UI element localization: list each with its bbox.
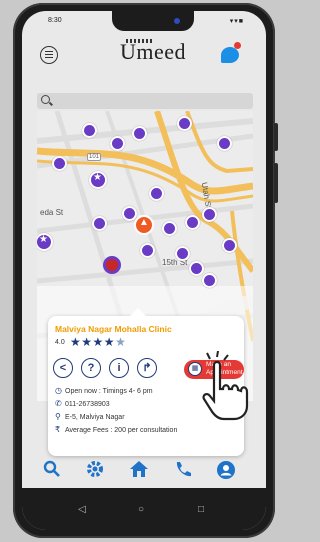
nav-phone-icon[interactable] bbox=[172, 460, 194, 482]
clock-icon: ◷ bbox=[55, 386, 62, 395]
clinic-pin[interactable] bbox=[217, 136, 232, 151]
app-logo: Umeed bbox=[120, 39, 187, 64]
star-icon: ★ bbox=[70, 335, 82, 349]
clinic-pin[interactable] bbox=[162, 221, 177, 236]
fees-row: ₹ Average Fees : 200 per consultation bbox=[55, 425, 177, 434]
camera-dot bbox=[174, 18, 180, 24]
clinic-hours: Open now : Timings 4- 6 pm bbox=[65, 388, 153, 395]
clinic-pin[interactable] bbox=[175, 246, 190, 261]
nav-profile-icon[interactable] bbox=[215, 460, 237, 482]
selected-clinic-pin[interactable] bbox=[103, 256, 121, 274]
nav-home-icon[interactable] bbox=[128, 460, 150, 482]
bottom-nav bbox=[22, 456, 266, 486]
system-nav-bar: ◁ ○ □ bbox=[22, 488, 266, 530]
rupee-icon: ₹ bbox=[55, 425, 61, 434]
clinic-pin[interactable] bbox=[149, 186, 164, 201]
current-location-icon bbox=[134, 215, 154, 235]
hours-row: ◷ Open now : Timings 4- 6 pm bbox=[55, 386, 153, 395]
card-pointer bbox=[130, 308, 146, 316]
star-empty-icon: ★ bbox=[115, 335, 127, 349]
phone-frame: 8:30 ▾▾■ Umeed eda St 15th St Utah St 10… bbox=[13, 3, 278, 538]
featured-clinic-pin[interactable] bbox=[89, 171, 107, 189]
map-street-label: eda St bbox=[40, 208, 64, 217]
clinic-pin[interactable] bbox=[222, 238, 237, 253]
clinic-pin[interactable] bbox=[202, 273, 217, 288]
clinic-pin[interactable] bbox=[110, 136, 125, 151]
clinic-address: E-5, Malviya Nagar bbox=[65, 414, 125, 421]
app-screen: 8:30 ▾▾■ Umeed eda St 15th St Utah St 10… bbox=[22, 11, 266, 530]
directions-icon[interactable]: ↱ bbox=[137, 358, 157, 378]
phone-icon: ✆ bbox=[55, 399, 62, 408]
nav-search-icon[interactable] bbox=[41, 460, 63, 482]
clinic-pin[interactable] bbox=[189, 261, 204, 276]
status-time: 8:30 bbox=[48, 17, 62, 24]
highway-shield: 101 bbox=[87, 153, 102, 161]
share-icon[interactable]: < bbox=[53, 358, 73, 378]
clinic-fees: Average Fees : 200 per consultation bbox=[65, 427, 178, 434]
clinic-pin[interactable] bbox=[177, 116, 192, 131]
back-icon[interactable]: ◁ bbox=[78, 504, 86, 515]
clinic-name[interactable]: Malviya Nagar Mohalla Clinic bbox=[55, 324, 172, 334]
help-icon[interactable]: ? bbox=[81, 358, 101, 378]
star-icon: ★ bbox=[92, 335, 104, 349]
phone-volume-button bbox=[274, 163, 278, 203]
menu-icon[interactable] bbox=[40, 46, 58, 64]
clinic-phone[interactable]: 011-26738903 bbox=[65, 401, 110, 408]
notch bbox=[112, 11, 194, 31]
clinic-pin[interactable] bbox=[185, 215, 200, 230]
address-row: ⚲ E-5, Malviya Nagar bbox=[55, 412, 125, 421]
search-bar[interactable] bbox=[37, 93, 253, 109]
star-icon: ★ bbox=[103, 335, 116, 349]
tap-hand-icon bbox=[202, 351, 249, 421]
clinic-pin[interactable] bbox=[52, 156, 67, 171]
phone-row[interactable]: ✆ 011-26738903 bbox=[55, 399, 110, 408]
nav-settings-icon[interactable] bbox=[84, 460, 106, 482]
clinic-pin[interactable] bbox=[140, 243, 155, 258]
status-icons: ▾▾■ bbox=[229, 18, 244, 25]
clinic-pin[interactable] bbox=[92, 216, 107, 231]
recents-icon[interactable]: □ bbox=[198, 504, 204, 515]
chat-icon[interactable] bbox=[221, 47, 239, 63]
star-icon: ★ bbox=[81, 335, 93, 349]
clinic-pin[interactable] bbox=[202, 207, 217, 222]
search-icon bbox=[41, 95, 50, 104]
rating-stars: ★★★★★ bbox=[70, 335, 126, 349]
home-circle-icon[interactable]: ○ bbox=[138, 504, 144, 515]
info-icon[interactable]: i bbox=[109, 358, 129, 378]
phone-side-button bbox=[274, 123, 278, 151]
clinic-pin[interactable] bbox=[82, 123, 97, 138]
location-icon: ⚲ bbox=[55, 412, 61, 421]
notification-badge bbox=[234, 42, 241, 49]
clinic-rating: 4.0 bbox=[55, 339, 65, 346]
clinic-pin[interactable] bbox=[132, 126, 147, 141]
